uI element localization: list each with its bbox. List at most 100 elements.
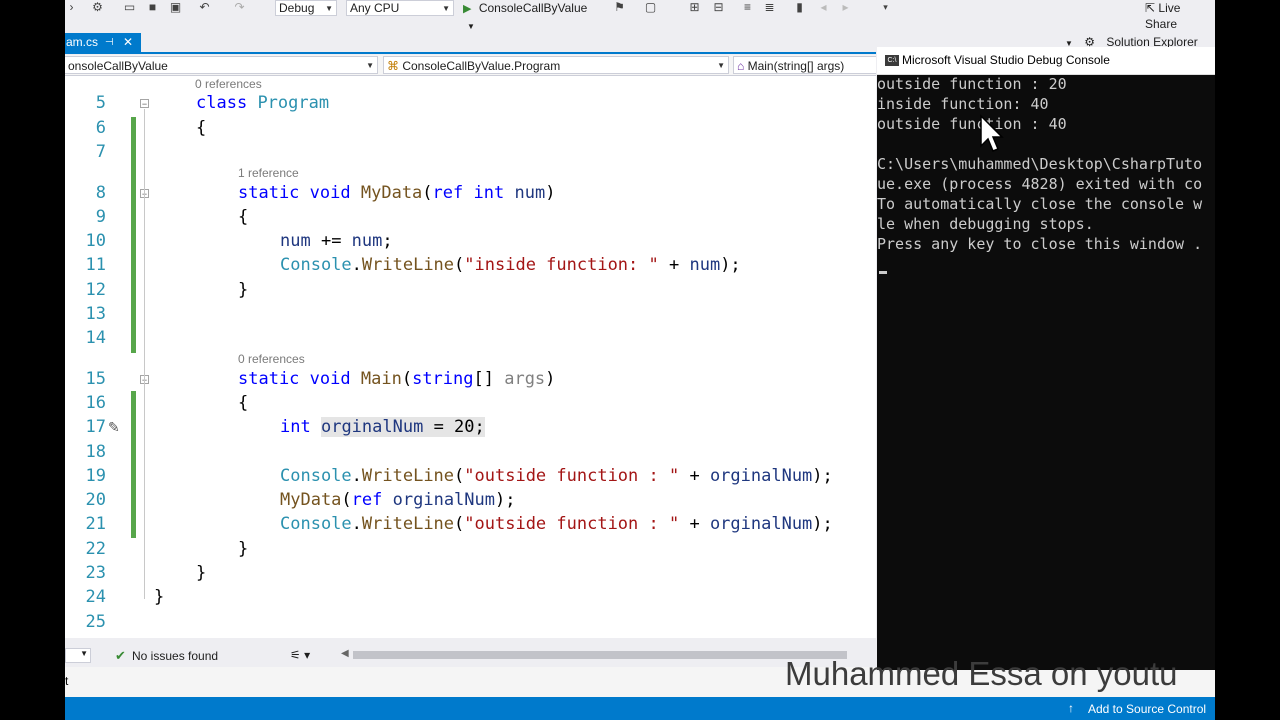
ide-window: › ⚙ ▭ ■ ▣ ↶ ↷ Debug ▼ Any CPU ▼ ▶ ConsoleC… xyxy=(65,0,1215,720)
browser-link-icon[interactable]: ⚑ xyxy=(613,1,626,14)
text-cursor xyxy=(879,271,887,274)
console-output-line: ue.exe (process 4828) exited with co xyxy=(877,175,1203,193)
redo-icon[interactable]: ↷ xyxy=(233,1,246,14)
code-line: Console.WriteLine("inside function: " + … xyxy=(280,255,741,275)
collapse-icon[interactable]: − xyxy=(140,99,149,109)
code-line: } xyxy=(238,539,249,559)
code-line: static void Main(string[] args) xyxy=(238,369,556,389)
console-output-line: inside function: 40 xyxy=(877,95,1049,113)
hierarchy-icon[interactable]: ⊞ xyxy=(688,1,701,14)
zoom-select[interactable]: ▼ xyxy=(65,648,91,663)
code-line: num += num; xyxy=(280,231,393,251)
code-line: static void MyData(ref int num) xyxy=(238,183,556,203)
issues-status[interactable]: No issues found xyxy=(132,649,218,663)
console-output-line: To automatically close the console w xyxy=(877,195,1203,213)
line-number: 9 xyxy=(95,207,106,227)
close-icon[interactable]: ✕ xyxy=(123,33,133,52)
chevron-down-icon: ▼ xyxy=(717,61,725,70)
chevron-down-icon: ▼ xyxy=(442,4,450,13)
code-line: Console.WriteLine("outside function : " … xyxy=(280,514,833,534)
codelens-references[interactable]: 1 reference xyxy=(238,166,299,180)
configuration-value: Debug xyxy=(279,1,315,15)
console-output-line: Press any key to close this window . xyxy=(877,235,1203,253)
chevron-down-icon: ▼ xyxy=(325,4,333,13)
chevron-down-icon: ▼ xyxy=(467,22,475,31)
start-debugging-button[interactable]: ▶ ConsoleCallByValue ▼ xyxy=(463,0,601,31)
pin-icon[interactable]: ⊣ xyxy=(105,33,114,52)
main-toolbar: › ⚙ ▭ ■ ▣ ↶ ↷ Debug ▼ Any CPU ▼ ▶ ConsoleC… xyxy=(65,0,1215,31)
member-name: Main(string[] args) xyxy=(747,59,845,73)
console-icon: C:\ xyxy=(885,55,899,66)
console-output-line: le when debugging stops. xyxy=(877,215,1094,233)
start-label: ConsoleCallByValue xyxy=(478,1,588,15)
platform-select[interactable]: Any CPU ▼ xyxy=(346,0,454,16)
line-number: 5 xyxy=(95,93,106,113)
outdent-icon[interactable]: ≣ xyxy=(763,1,776,14)
line-number: 19 xyxy=(85,466,106,486)
class-name: ConsoleCallByValue.Program xyxy=(402,59,561,73)
line-number: 14 xyxy=(85,328,106,348)
new-project-icon[interactable]: ⚙ xyxy=(91,1,104,14)
member-dropdown[interactable]: ⌂ Main(string[] args) xyxy=(733,56,876,74)
line-number: 23 xyxy=(85,563,106,583)
platform-value: Any CPU xyxy=(350,1,400,15)
codelens-references[interactable]: 0 references xyxy=(195,77,262,91)
toolbar-options-icon[interactable]: ▾ xyxy=(879,1,892,14)
line-number: 21 xyxy=(85,514,106,534)
next-bookmark-icon[interactable]: ▸ xyxy=(839,1,852,14)
line-number: 20 xyxy=(85,490,106,510)
console-title: Microsoft Visual Studio Debug Console xyxy=(902,53,1110,67)
indent-icon[interactable]: ≡ xyxy=(741,1,754,14)
bookmark-icon[interactable]: ▮ xyxy=(793,1,806,14)
overflow-icon[interactable]: › xyxy=(65,1,78,14)
tab-program-cs[interactable]: am.cs ⊣ ✕ xyxy=(65,33,141,52)
line-number: 24 xyxy=(85,587,106,607)
class-dropdown[interactable]: ⌘ ConsoleCallByValue.Program ▼ xyxy=(383,56,729,74)
debug-console-window[interactable]: C:\ Microsoft Visual Studio Debug Consol… xyxy=(877,47,1215,670)
code-line: MyData(ref orginalNum); xyxy=(280,490,516,510)
code-line: { xyxy=(238,207,249,227)
add-to-source-control-button[interactable]: Add to Source Control xyxy=(1088,702,1206,716)
project-dropdown[interactable]: onsoleCallByValue ▼ xyxy=(65,56,378,74)
method-icon: ⌂ xyxy=(737,59,745,73)
chevron-down-icon: ▼ xyxy=(366,61,374,70)
arrow-up-icon: ↑ xyxy=(1068,701,1074,715)
prev-bookmark-icon[interactable]: ◂ xyxy=(817,1,830,14)
save-all-icon[interactable]: ▣ xyxy=(169,1,182,14)
scroll-left-icon[interactable]: ◀ xyxy=(341,648,349,659)
share-icon: ⇱ xyxy=(1145,1,1156,15)
toolbox-icon[interactable]: ▢ xyxy=(644,1,657,14)
change-indicator xyxy=(131,117,136,353)
line-number: 17 xyxy=(85,417,106,437)
project-name: onsoleCallByValue xyxy=(68,59,168,73)
line-number: 25 xyxy=(85,612,106,632)
code-line: int orginalNum = 20; xyxy=(280,417,485,437)
undo-icon[interactable]: ↶ xyxy=(198,1,211,14)
line-number: 22 xyxy=(85,539,106,559)
line-number: 12 xyxy=(85,280,106,300)
console-output-line: C:\Users\muhammed\Desktop\CsharpTuto xyxy=(877,155,1203,173)
channel-watermark: Muhammed Essa on youtu xyxy=(785,655,1178,692)
diagram-icon[interactable]: ⊟ xyxy=(712,1,725,14)
code-line: Console.WriteLine("outside function : " … xyxy=(280,466,833,486)
line-number: 7 xyxy=(95,142,106,162)
line-number: 15 xyxy=(85,369,106,389)
console-title-bar[interactable]: C:\ Microsoft Visual Studio Debug Consol… xyxy=(877,47,1215,75)
chevron-down-icon: ▼ xyxy=(80,649,88,658)
mouse-pointer-icon xyxy=(980,114,1004,152)
console-output-line: outside function : 40 xyxy=(877,115,1067,133)
output-tab-label[interactable]: t xyxy=(65,674,68,688)
line-number: 6 xyxy=(95,118,106,138)
configuration-select[interactable]: Debug ▼ xyxy=(275,0,337,16)
line-number: 13 xyxy=(85,304,106,324)
editor-status-bar: ▼ ✔ No issues found ⚟ ▾ ◀ xyxy=(65,646,876,666)
open-folder-icon[interactable]: ▭ xyxy=(123,1,136,14)
tab-underline xyxy=(65,52,876,54)
save-icon[interactable]: ■ xyxy=(146,1,159,14)
brush-icon[interactable]: ⚟ ▾ xyxy=(290,648,310,662)
quick-action-icon[interactable]: ✎ xyxy=(108,419,120,436)
code-editor[interactable]: 5 6 7 8 9 10 11 12 13 14 15 16 17 18 19 … xyxy=(65,76,876,638)
horizontal-scrollbar[interactable] xyxy=(353,651,847,659)
codelens-references[interactable]: 0 references xyxy=(238,352,305,366)
live-share-button[interactable]: ⇱ Live Share xyxy=(1145,0,1215,31)
